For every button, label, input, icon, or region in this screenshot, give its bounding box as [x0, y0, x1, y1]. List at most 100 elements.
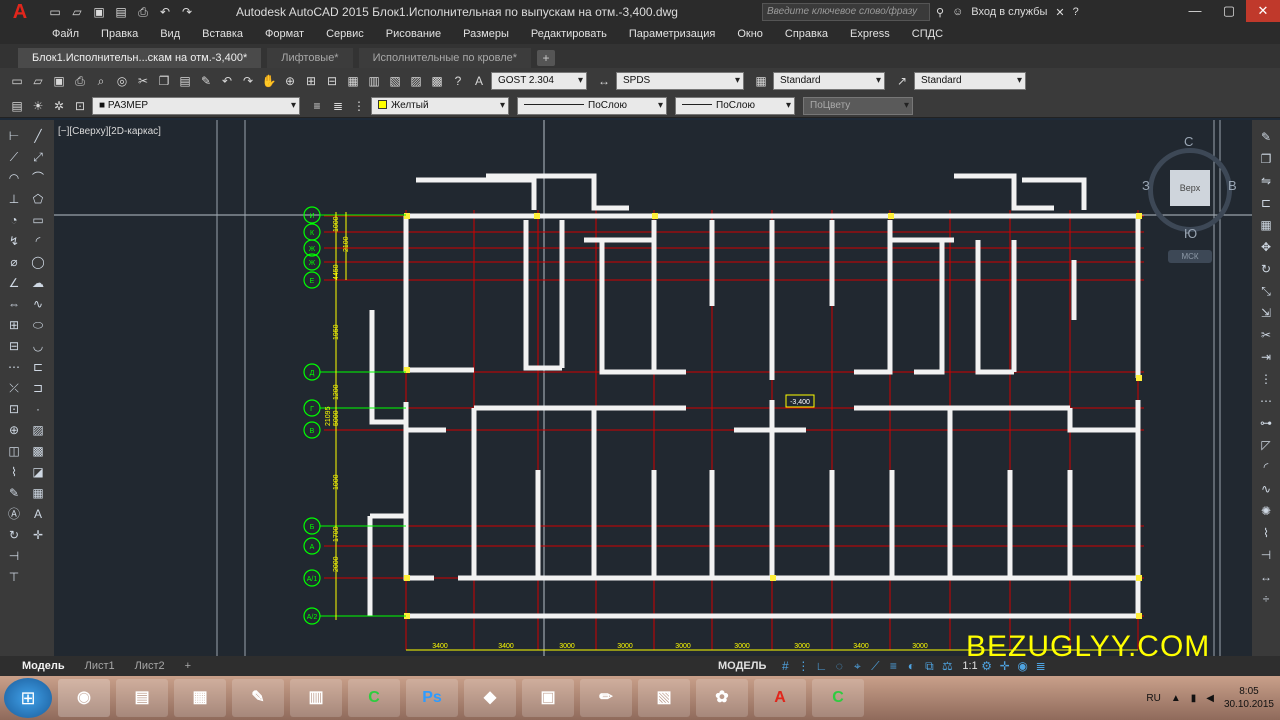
new-file-icon[interactable]: ▭	[8, 72, 26, 90]
viewcube-west[interactable]: З	[1142, 178, 1150, 193]
join-icon[interactable]: ⊶	[1256, 414, 1276, 432]
network-icon[interactable]: ▮	[1191, 693, 1197, 704]
layout-tab-sheet2[interactable]: Лист2	[125, 660, 175, 672]
revcloud-icon[interactable]: ☁	[28, 275, 48, 292]
rotate-icon[interactable]: ↻	[1256, 260, 1276, 278]
layer-state-icon[interactable]: ⋮	[350, 97, 368, 115]
autocad-taskbar-icon[interactable]: A	[754, 679, 806, 717]
rectangle-icon[interactable]: ▭	[28, 212, 48, 229]
align-icon[interactable]: ⊣	[1256, 546, 1276, 564]
table-style-icon[interactable]: ▦	[752, 72, 770, 90]
polar-icon[interactable]: ◌	[830, 659, 848, 673]
move-icon[interactable]: ✥	[1256, 238, 1276, 256]
aligned-dim-icon[interactable]: ⟋	[4, 149, 24, 166]
drawing-viewport[interactable]: [−][Сверху][2D-каркас] И К Ж Ж Е Д Г В Б…	[54, 120, 1252, 656]
break-object-icon[interactable]: ⋯	[1256, 392, 1276, 410]
layer-on-icon[interactable]: ☀	[29, 97, 47, 115]
lengthen-icon[interactable]: ↔	[1256, 568, 1276, 586]
save-file-icon[interactable]: ▣	[50, 72, 68, 90]
jogged-icon[interactable]: ↯	[4, 233, 24, 250]
zoom-previous-icon[interactable]: ⊟	[323, 72, 341, 90]
redo-tool-icon[interactable]: ↷	[239, 72, 257, 90]
publish-icon[interactable]: ◎	[113, 72, 131, 90]
menu-draw[interactable]: Рисование	[386, 28, 441, 40]
wcs-menu[interactable]: МСК	[1168, 250, 1212, 263]
dim-override-icon[interactable]: ⊤	[4, 569, 24, 586]
trim-icon[interactable]: ✂	[1256, 326, 1276, 344]
paint-taskbar-icon[interactable]: ✎	[232, 679, 284, 717]
pencil-taskbar-icon[interactable]: ✏	[580, 679, 632, 717]
sheet-set-icon[interactable]: ▨	[407, 72, 425, 90]
close-icon[interactable]: ✕	[1246, 0, 1280, 22]
minimize-icon[interactable]: —	[1178, 0, 1212, 22]
mtext-icon[interactable]: A	[28, 506, 48, 523]
dim-style-icon[interactable]: ↔	[595, 72, 613, 90]
save-icon[interactable]: ▣	[90, 4, 108, 20]
center-mark-icon[interactable]: ⊕	[4, 422, 24, 439]
arc-icon[interactable]: ◜	[28, 233, 48, 250]
ordinate-icon[interactable]: ⊥	[4, 191, 24, 208]
zoom-realtime-icon[interactable]: ⊕	[281, 72, 299, 90]
file-tab-lifts[interactable]: Лифтовые*	[267, 48, 353, 68]
print-file-icon[interactable]: ⎙	[71, 72, 89, 90]
file-tab-active[interactable]: Блок1.Исполнительн...скам на отм.-3,400*	[18, 48, 262, 68]
table-icon[interactable]: ▦	[28, 485, 48, 502]
add-layout-icon[interactable]: +	[175, 660, 201, 672]
viewcube-face-top[interactable]: Верх	[1170, 170, 1210, 206]
open-file-icon[interactable]: ▱	[29, 72, 47, 90]
divide-icon[interactable]: ÷	[1256, 590, 1276, 608]
help-tool-icon[interactable]: ?	[449, 72, 467, 90]
search-input[interactable]: Введите ключевое слово/фразу	[762, 3, 930, 21]
baseline-icon[interactable]: ⊞	[4, 317, 24, 334]
new-icon[interactable]: ▭	[46, 4, 64, 20]
point-icon[interactable]: ·	[28, 401, 48, 418]
exchange-icon[interactable]: ✕	[1055, 6, 1064, 19]
menu-window[interactable]: Окно	[737, 28, 763, 40]
flipchart-taskbar-icon[interactable]: ▧	[638, 679, 690, 717]
inspect-icon[interactable]: ◫	[4, 443, 24, 460]
snap-icon[interactable]: ⋮	[794, 659, 812, 673]
binoculars-icon[interactable]: ⚲	[936, 6, 944, 19]
ortho-icon[interactable]: ∟	[812, 659, 830, 673]
tray-arrow-icon[interactable]: ▲	[1171, 693, 1181, 704]
tool-palettes-icon[interactable]: ▧	[386, 72, 404, 90]
polyline-icon[interactable]: ⌒	[28, 170, 48, 187]
camtasia2-taskbar-icon[interactable]: C	[812, 679, 864, 717]
photoshop-taskbar-icon[interactable]: Ps	[406, 679, 458, 717]
dim-style-tool-icon[interactable]: ⊣	[4, 548, 24, 565]
menu-help[interactable]: Справка	[785, 28, 828, 40]
maximize-icon[interactable]: ▢	[1212, 0, 1246, 22]
mirror-icon[interactable]: ⇋	[1256, 172, 1276, 190]
menu-parametric[interactable]: Параметризация	[629, 28, 715, 40]
pedit-icon[interactable]: ⌇	[1256, 524, 1276, 542]
dim-update-icon[interactable]: ↻	[4, 527, 24, 544]
linear-dim-icon[interactable]: ⊢	[4, 128, 24, 145]
file-tab-roof[interactable]: Исполнительные по кровле*	[358, 48, 532, 68]
viewcube-north[interactable]: С	[1184, 134, 1193, 149]
palette-taskbar-icon[interactable]: ✿	[696, 679, 748, 717]
blend-icon[interactable]: ∿	[1256, 480, 1276, 498]
table-style-select[interactable]: Standard	[773, 72, 885, 90]
make-block-icon[interactable]: ⊐	[28, 380, 48, 397]
viewcube[interactable]: Верх С Ю З В МСК	[1142, 134, 1237, 270]
menu-file[interactable]: Файл	[52, 28, 79, 40]
layer-make-current-icon[interactable]: ≡	[308, 97, 326, 115]
zoom-window-icon[interactable]: ⊞	[302, 72, 320, 90]
save-as-icon[interactable]: ▤	[112, 4, 130, 20]
explorer-taskbar-icon[interactable]: ▤	[116, 679, 168, 717]
match-properties-icon[interactable]: ✎	[197, 72, 215, 90]
break-icon[interactable]: ⤫	[4, 380, 24, 397]
redo-icon[interactable]: ↷	[178, 4, 196, 20]
menu-dimension[interactable]: Размеры	[463, 28, 509, 40]
extend-icon[interactable]: ⇥	[1256, 348, 1276, 366]
jog-line-icon[interactable]: ⌇	[4, 464, 24, 481]
dim-style-select[interactable]: SPDS	[616, 72, 744, 90]
menu-tools[interactable]: Сервис	[326, 28, 364, 40]
selection-cycle-icon[interactable]: ⧉	[920, 659, 938, 674]
viewcube-south[interactable]: Ю	[1184, 226, 1197, 241]
quick-dim-icon[interactable]: ⇔	[4, 296, 24, 313]
copy-icon[interactable]: ❐	[155, 72, 173, 90]
user-icon[interactable]: ☺	[952, 6, 963, 18]
properties-icon[interactable]: ▦	[344, 72, 362, 90]
paste-icon[interactable]: ▤	[176, 72, 194, 90]
